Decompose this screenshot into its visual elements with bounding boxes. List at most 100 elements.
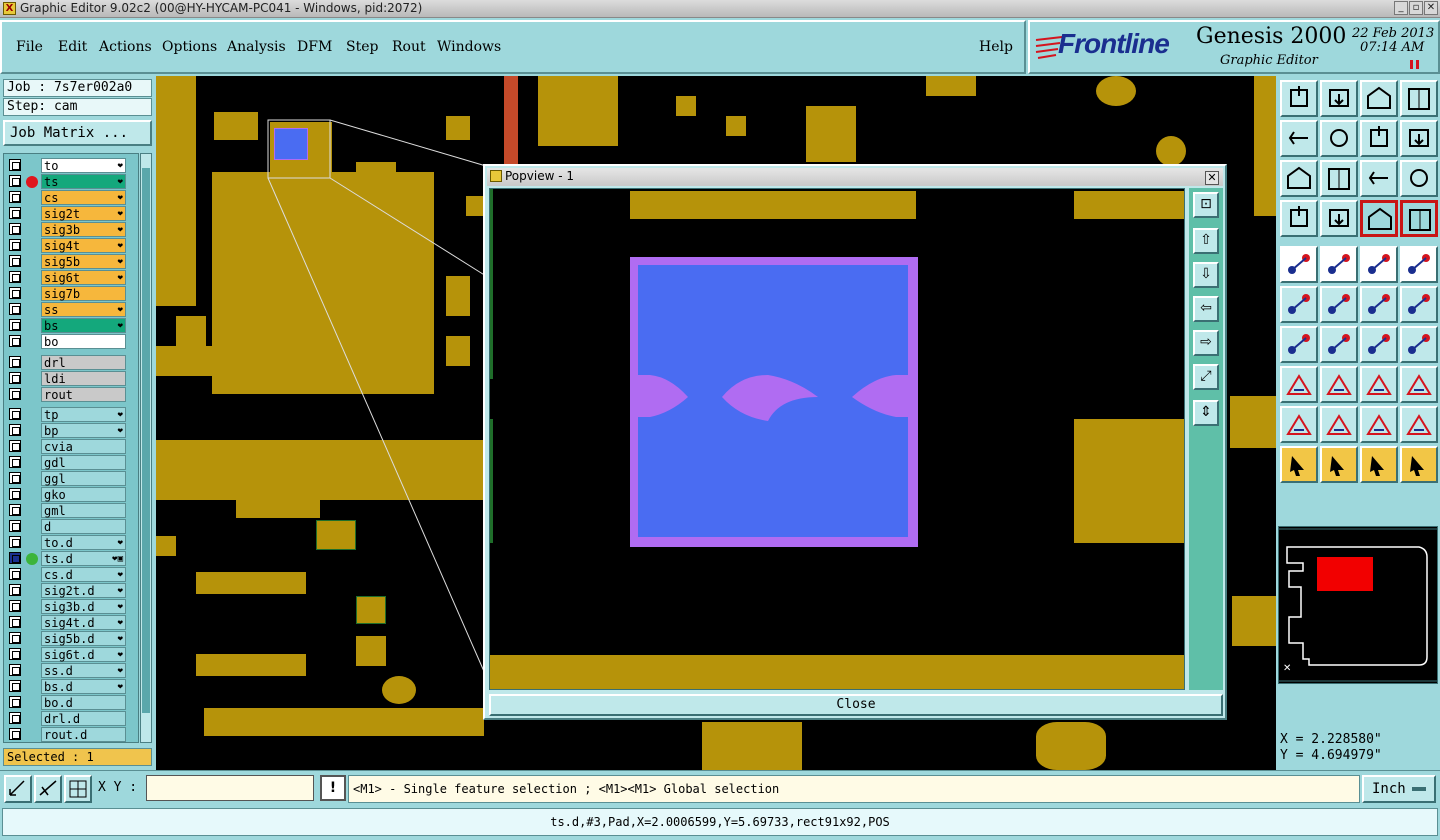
minimize-icon[interactable]: _ — [1394, 1, 1408, 15]
layer-checkbox[interactable] — [9, 303, 21, 315]
layer-name[interactable]: ts.d ❤▣ — [41, 551, 126, 566]
layer-row-sig3b[interactable]: sig3b ❤ — [4, 221, 138, 237]
layer-checkbox[interactable] — [9, 191, 21, 203]
layer-name[interactable]: ts ❤ — [41, 174, 126, 189]
house-icon[interactable] — [1360, 80, 1398, 117]
scale-one-icon[interactable] — [1360, 160, 1398, 197]
netlist-icon[interactable] — [1360, 200, 1398, 237]
dimension-icon[interactable] — [1360, 366, 1398, 403]
layer-checkbox[interactable] — [9, 696, 21, 708]
measure-icon[interactable] — [1360, 246, 1398, 283]
layer-name[interactable]: gml — [41, 503, 126, 518]
layer-name[interactable]: sig5b ❤ — [41, 254, 126, 269]
layer-name[interactable]: cs.d ❤ — [41, 567, 126, 582]
layer-row-bs-d[interactable]: bs.d ❤ — [4, 678, 138, 694]
snap-grid-icon[interactable] — [64, 775, 92, 803]
board-minimap[interactable]: ✕ — [1278, 526, 1438, 684]
layer-name[interactable]: drl — [41, 355, 126, 370]
layer-checkbox[interactable] — [9, 504, 21, 516]
pan-down-icon[interactable]: ⇩ — [1193, 262, 1219, 288]
layer-checkbox[interactable] — [9, 728, 21, 740]
zoom-fit-icon[interactable] — [1280, 160, 1318, 197]
xy-input[interactable] — [146, 775, 314, 801]
pan-right-icon[interactable]: ⇨ — [1193, 330, 1219, 356]
netlist-alt-icon[interactable] — [1400, 200, 1438, 237]
menu-help[interactable]: Help — [979, 39, 1013, 55]
layer-checkbox[interactable] — [9, 616, 21, 628]
draw-edit-icon[interactable] — [34, 775, 62, 803]
layer-checkbox[interactable] — [9, 440, 21, 452]
layer-row-ss-d[interactable]: ss.d ❤ — [4, 662, 138, 678]
layer-name[interactable]: sig7b — [41, 286, 126, 301]
layer-row-gko[interactable]: gko — [4, 486, 138, 502]
layer-name[interactable]: to.d ❤ — [41, 535, 126, 550]
layer-checkbox[interactable] — [9, 175, 21, 187]
select-box-icon[interactable] — [1400, 246, 1438, 283]
layer-row-sig3b-d[interactable]: sig3b.d ❤ — [4, 598, 138, 614]
zoom-center-icon[interactable] — [1320, 160, 1358, 197]
layer-row-drl[interactable]: drl — [4, 354, 138, 370]
magnified-pad[interactable] — [630, 257, 920, 549]
layer-name[interactable]: gdl — [41, 455, 126, 470]
layer-name[interactable]: bo — [41, 334, 126, 349]
layer-name[interactable]: rout.d — [41, 727, 126, 742]
layer-name[interactable]: sig2t ❤ — [41, 206, 126, 221]
layer-row-gdl[interactable]: gdl — [4, 454, 138, 470]
layer-row-tp[interactable]: tp ❤ — [4, 406, 138, 422]
connect-icon[interactable] — [1280, 286, 1318, 323]
menu-step[interactable]: Step — [346, 39, 378, 55]
layer-checkbox[interactable] — [9, 712, 21, 724]
pan-up-icon[interactable]: ⇧ — [1193, 228, 1219, 254]
layer-checkbox[interactable] — [9, 388, 21, 400]
layer-row-d[interactable]: d — [4, 518, 138, 534]
layer-row-ggl[interactable]: ggl — [4, 470, 138, 486]
layer-name[interactable]: d — [41, 519, 126, 534]
angle-icon[interactable] — [1280, 326, 1318, 363]
layer-checkbox[interactable] — [9, 488, 21, 500]
add-pad-icon[interactable] — [1280, 246, 1318, 283]
layer-name[interactable]: bs.d ❤ — [41, 679, 126, 694]
layer-name[interactable]: ss ❤ — [41, 302, 126, 317]
unit-selector[interactable]: Inch — [1362, 775, 1436, 803]
layer-name[interactable]: sig6t.d ❤ — [41, 647, 126, 662]
scrollbar-thumb[interactable] — [142, 168, 150, 713]
cross-icon[interactable] — [1320, 286, 1358, 323]
down-icon[interactable] — [1320, 80, 1358, 117]
layer-name[interactable]: sig4t.d ❤ — [41, 615, 126, 630]
layer-name[interactable]: sig5b.d ❤ — [41, 631, 126, 646]
menu-rout[interactable]: Rout — [392, 39, 426, 55]
layer-checkbox[interactable] — [9, 335, 21, 347]
maximize-icon[interactable]: ▫ — [1409, 1, 1423, 15]
select-pointer-icon[interactable] — [1320, 446, 1358, 483]
layer-checkbox[interactable] — [9, 680, 21, 692]
layer-row-ts-d[interactable]: ts.d ❤▣ — [4, 550, 138, 566]
layer-name[interactable]: sig4t ❤ — [41, 238, 126, 253]
menu-dfm[interactable]: DFM — [297, 39, 332, 55]
pad-arrow-icon[interactable] — [1280, 366, 1318, 403]
layer-row-drl-d[interactable]: drl.d — [4, 710, 138, 726]
arch-alt-icon[interactable] — [1400, 406, 1438, 443]
query-icon[interactable] — [1400, 160, 1438, 197]
zoom-home-icon[interactable]: ⤢ — [1193, 364, 1219, 390]
layer-row-gml[interactable]: gml — [4, 502, 138, 518]
layer-row-rout[interactable]: rout — [4, 386, 138, 402]
layer-row-bo[interactable]: bo — [4, 333, 138, 349]
layer-name[interactable]: ldi — [41, 371, 126, 386]
layer-checkbox[interactable] — [9, 239, 21, 251]
view-window[interactable] — [1317, 557, 1373, 591]
arc-icon[interactable] — [1360, 326, 1398, 363]
move-left-icon[interactable] — [1280, 120, 1318, 157]
layer-checkbox[interactable] — [9, 255, 21, 267]
layer-row-to[interactable]: to ❤ — [4, 157, 138, 173]
triangle-alt-icon[interactable] — [1320, 406, 1358, 443]
split-icon[interactable] — [1400, 326, 1438, 363]
pan-left-icon[interactable]: ⇦ — [1193, 296, 1219, 322]
layer-name[interactable]: sig6t ❤ — [41, 270, 126, 285]
layer-name[interactable]: cvia — [41, 439, 126, 454]
arch-icon[interactable] — [1360, 406, 1398, 443]
layer-checkbox[interactable] — [9, 584, 21, 596]
layer-row-rout-d[interactable]: rout.d — [4, 726, 138, 742]
layer-name[interactable]: ggl — [41, 471, 126, 486]
layer-checkbox[interactable] — [9, 632, 21, 644]
grid-icon[interactable] — [1320, 200, 1358, 237]
